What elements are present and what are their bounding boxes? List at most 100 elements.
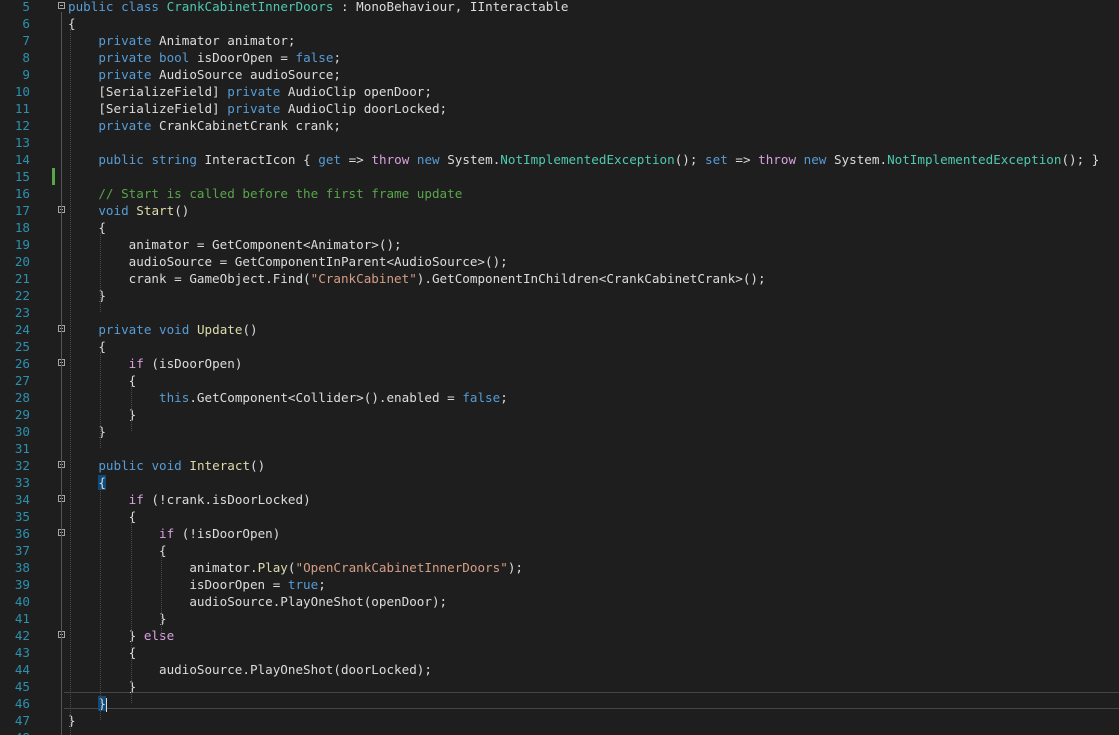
code-line[interactable]: 40 audioSource.PlayOneShot(openDoor);	[0, 593, 1119, 610]
code-line[interactable]: 44 audioSource.PlayOneShot(doorLocked);	[0, 661, 1119, 678]
line-number: 23	[14, 305, 30, 320]
code-line[interactable]: 47}	[0, 712, 1119, 729]
code-line[interactable]: 33 {	[0, 474, 1119, 491]
code-token: CrankCabinetInnerDoors	[166, 0, 334, 14]
code-line[interactable]: 8 private bool isDoorOpen = false;	[0, 49, 1119, 66]
code-text: void Start()	[68, 202, 189, 219]
fold-guide	[61, 641, 62, 703]
code-editor[interactable]: 5 public class CrankCabinetInnerDoors : M…	[0, 0, 1119, 735]
code-line[interactable]: 30 }	[0, 423, 1119, 440]
code-line[interactable]: 41 }	[0, 610, 1119, 627]
code-line[interactable]: 16 // Start is called before the first f…	[0, 185, 1119, 202]
code-line[interactable]: 18 {	[0, 219, 1119, 236]
code-line[interactable]: 31	[0, 440, 1119, 457]
code-line[interactable]: 27 {	[0, 372, 1119, 389]
code-token: new	[416, 152, 440, 167]
code-line[interactable]: 36 if (!isDoorOpen)	[0, 525, 1119, 542]
line-number: 11	[14, 101, 30, 116]
code-line[interactable]: 38 animator.Play("OpenCrankCabinetInnerD…	[0, 559, 1119, 576]
code-line[interactable]: 23	[0, 304, 1119, 321]
code-token: void	[159, 322, 190, 337]
code-token: NotImplementedException	[887, 152, 1062, 167]
code-line[interactable]: 6{	[0, 15, 1119, 32]
code-line[interactable]: 19 animator = GetComponent<Animator>();	[0, 236, 1119, 253]
code-line[interactable]: 45 }	[0, 678, 1119, 695]
code-token: true	[287, 577, 319, 592]
code-line[interactable]: 42 } else	[0, 627, 1119, 644]
collapse-toggle-icon[interactable]	[58, 2, 65, 9]
code-text: private void Update()	[68, 321, 257, 338]
line-number: 24	[14, 322, 30, 337]
code-token: InteractIcon {	[196, 152, 319, 167]
code-line[interactable]: 11 [SerializeField] private AudioClip do…	[0, 100, 1119, 117]
code-line[interactable]: 12 private CrankCabinetCrank crank;	[0, 117, 1119, 134]
code-line[interactable]: 46 }	[0, 695, 1119, 712]
code-line[interactable]: 39 isDoorOpen = true;	[0, 576, 1119, 593]
line-number: 14	[14, 152, 30, 167]
code-token: Start	[136, 203, 175, 218]
code-token: =>	[727, 152, 759, 167]
code-token: ();	[674, 152, 706, 167]
code-text: {	[68, 508, 137, 525]
code-line[interactable]: 13	[0, 134, 1119, 151]
code-text: audioSource.PlayOneShot(openDoor);	[68, 593, 447, 610]
code-token: audioSource.PlayOneShot(openDoor);	[68, 594, 448, 609]
code-line[interactable]: 28 this.GetComponent<Collider>().enabled…	[0, 389, 1119, 406]
code-line[interactable]: 10 [SerializeField] private AudioClip op…	[0, 83, 1119, 100]
code-line[interactable]: 26 if (isDoorOpen)	[0, 355, 1119, 372]
code-token: string	[151, 152, 197, 167]
code-line[interactable]: 7 private Animator animator;	[0, 32, 1119, 49]
code-text: private CrankCabinetCrank crank;	[68, 117, 341, 134]
code-line[interactable]: 24 private void Update()	[0, 321, 1119, 338]
code-text: private Animator animator;	[68, 32, 295, 49]
code-line[interactable]: 43 {	[0, 644, 1119, 661]
code-token: bool	[159, 50, 190, 65]
code-line[interactable]: 15	[0, 168, 1119, 185]
code-line[interactable]: 25 {	[0, 338, 1119, 355]
code-text: {	[68, 372, 137, 389]
code-line[interactable]: 21 crank = GameObject.Find("CrankCabinet…	[0, 270, 1119, 287]
code-line[interactable]: 34 if (!crank.isDoorLocked)	[0, 491, 1119, 508]
code-line[interactable]: 37 {	[0, 542, 1119, 559]
code-line[interactable]: 32 public void Interact()	[0, 457, 1119, 474]
code-token: ;	[318, 577, 326, 592]
code-line[interactable]: 9 private AudioSource audioSource;	[0, 66, 1119, 83]
fold-guide	[61, 539, 62, 635]
code-token: ;	[333, 50, 342, 65]
code-line[interactable]: 29 }	[0, 406, 1119, 423]
indent-guide	[130, 522, 132, 652]
line-number: 28	[14, 390, 30, 405]
code-line[interactable]: 5 public class CrankCabinetInnerDoors : M…	[0, 0, 1119, 15]
code-token: crank = GameObject.Find(	[68, 271, 311, 286]
code-line[interactable]: 48	[0, 729, 1119, 735]
code-token: );	[507, 560, 523, 575]
code-token: private	[98, 50, 152, 65]
code-line[interactable]: 20 audioSource = GetComponentInParent<Au…	[0, 253, 1119, 270]
code-token: public	[68, 0, 114, 14]
code-token: set	[705, 152, 728, 167]
code-token: ).GetComponentInChildren<CrankCabinetCra…	[416, 271, 766, 286]
code-text: {	[68, 644, 137, 661]
line-number: 44	[14, 662, 30, 677]
line-number: 47	[14, 713, 30, 728]
code-token: [SerializeField]	[68, 101, 228, 116]
code-line[interactable]: 35 {	[0, 508, 1119, 525]
code-text: if (isDoorOpen)	[68, 355, 243, 372]
line-number: 36	[14, 526, 30, 541]
line-number: 30	[14, 424, 30, 439]
line-number: 33	[14, 475, 30, 490]
code-token: isDoorOpen =	[189, 50, 296, 65]
code-token: (!isDoorOpen)	[174, 526, 281, 541]
line-number: 20	[14, 254, 30, 269]
line-number: 19	[14, 237, 30, 252]
code-token: if	[128, 356, 144, 371]
code-line[interactable]: 14 public string InteractIcon { get => t…	[0, 151, 1119, 168]
line-number: 16	[14, 186, 30, 201]
code-line[interactable]: 17 void Start()	[0, 202, 1119, 219]
line-number: 9	[22, 67, 30, 82]
code-line[interactable]: 22 }	[0, 287, 1119, 304]
